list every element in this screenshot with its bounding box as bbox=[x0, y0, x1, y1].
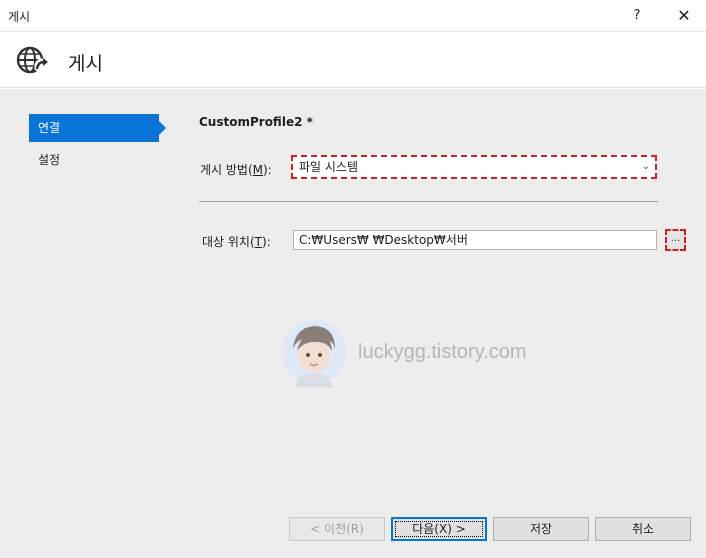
globe-publish-icon bbox=[16, 46, 50, 74]
help-button[interactable]: ? bbox=[626, 6, 648, 26]
browse-button[interactable]: ... bbox=[665, 229, 686, 251]
cancel-button[interactable]: 취소 bbox=[595, 517, 691, 541]
window-title: 게시 bbox=[8, 10, 31, 24]
profile-name: CustomProfile2 * bbox=[199, 115, 313, 129]
title-bar: 게시 ? ✕ bbox=[0, 0, 706, 32]
sidebar-item-settings[interactable]: 설정 bbox=[29, 146, 159, 174]
sidebar-item-connection[interactable]: 연결 bbox=[29, 114, 166, 142]
chevron-down-icon: ⌄ bbox=[641, 161, 650, 172]
watermark-text: luckygg.tistory.com bbox=[358, 341, 527, 363]
target-location-label: 대상 위치(T): bbox=[202, 235, 271, 249]
prev-button[interactable]: < 이전(R) bbox=[289, 517, 385, 541]
close-button[interactable]: ✕ bbox=[666, 2, 702, 30]
publish-method-select[interactable]: 파일 시스템 ⌄ bbox=[291, 155, 657, 179]
save-button[interactable]: 저장 bbox=[493, 517, 589, 541]
next-button[interactable]: 다음(X) > bbox=[391, 517, 487, 541]
content-panel: 연결 설정 CustomProfile2 * 게시 방법(M): 파일 시스템 … bbox=[0, 89, 706, 558]
publish-method-value: 파일 시스템 bbox=[299, 160, 359, 174]
next-button-label: 다음(X) > bbox=[412, 522, 466, 536]
dialog-header: 게시 bbox=[0, 33, 706, 88]
target-location-input[interactable]: C:₩Users₩ ₩Desktop₩서버 bbox=[293, 230, 657, 250]
section-divider bbox=[199, 201, 658, 202]
publish-method-label: 게시 방법(M): bbox=[200, 163, 272, 177]
header-title: 게시 bbox=[68, 53, 103, 75]
avatar-watermark bbox=[282, 320, 346, 387]
